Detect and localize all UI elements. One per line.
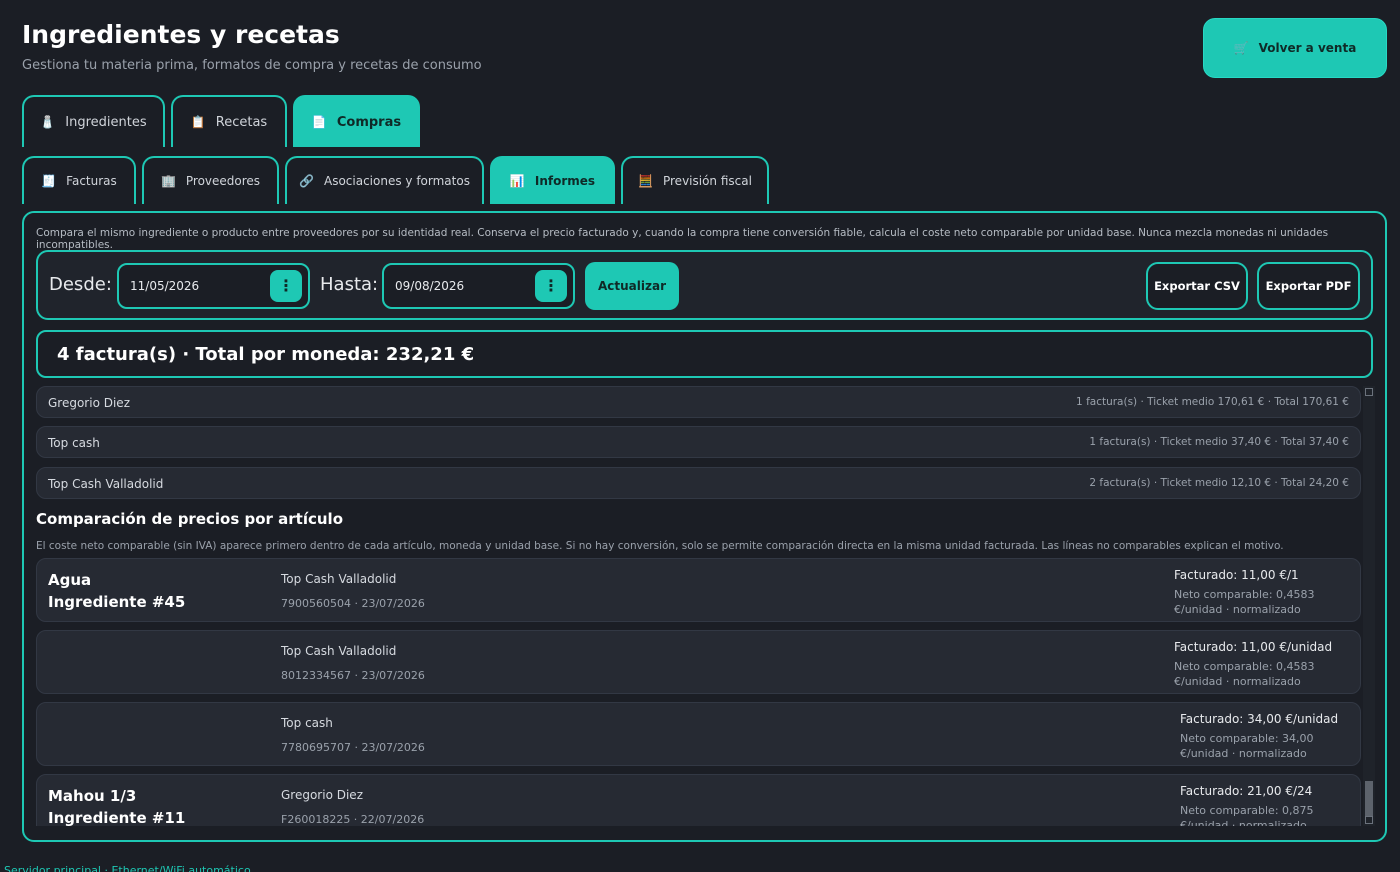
tab-label: Previsión fiscal (662, 174, 752, 188)
supplier-name: Gregorio Diez (48, 396, 130, 410)
article-title: Agua (48, 571, 92, 589)
tab-label: Compras (336, 114, 402, 130)
status-bar: Servidor principal · Ethernet/WiFi autom… (4, 864, 251, 872)
price-comparison-card: Top Cash Valladolid 8012334567 · 23/07/2… (36, 630, 1361, 694)
card-reference: 7900560504 · 23/07/2026 (281, 597, 425, 610)
invoiced-price: Facturado: 21,00 €/24 (1180, 784, 1313, 798)
card-supplier: Gregorio Diez (281, 788, 363, 802)
from-label: Desde: (49, 274, 112, 295)
tab-compras[interactable]: 📄 Compras (293, 95, 420, 147)
page-title: Ingredientes y recetas (22, 20, 340, 49)
filter-bar: Desde: 11/05/2026 ⋮ Hasta: 09/08/2026 ⋮ … (36, 250, 1373, 320)
article-name: Mahou 1/3 Ingrediente #11 (48, 785, 185, 826)
tab-label: Informes (534, 174, 596, 188)
tab-proveedores[interactable]: 🏢 Proveedores (142, 156, 279, 204)
tab-label: Recetas (215, 114, 268, 130)
back-to-sale-label: Volver a venta (1258, 41, 1357, 55)
comparison-description: El coste neto comparable (sin IVA) apare… (36, 540, 1284, 552)
card-supplier: Top Cash Valladolid (281, 572, 397, 586)
supplier-row: Gregorio Diez 1 factura(s) · Ticket medi… (36, 386, 1361, 418)
link-icon: 🔗 (299, 174, 314, 188)
price-comparison-card: Agua Ingrediente #45 Top Cash Valladolid… (36, 558, 1361, 622)
invoiced-price: Facturado: 11,00 €/unidad (1174, 640, 1333, 654)
clipboard-icon: 📋 (190, 115, 206, 129)
card-reference: 8012334567 · 23/07/2026 (281, 669, 425, 682)
more-options-icon[interactable]: ⋮ (535, 270, 567, 302)
tab-informes[interactable]: 📊 Informes (490, 156, 615, 204)
tab-label: Proveedores (185, 174, 261, 188)
summary-box: 4 factura(s) · Total por moneda: 232,21 … (36, 330, 1373, 378)
invoiced-price: Facturado: 11,00 €/1 (1174, 568, 1299, 582)
invoiced-price: Facturado: 34,00 €/unidad (1180, 712, 1339, 726)
vertical-scrollbar[interactable] (1363, 386, 1375, 826)
tab-label: Asociaciones y formatos (323, 174, 470, 188)
card-reference: 7780695707 · 23/07/2026 (281, 741, 425, 754)
tab-prevision-fiscal[interactable]: 🧮 Previsión fiscal (621, 156, 769, 204)
cart-icon: 🛒 (1233, 41, 1249, 55)
supplier-meta: 1 factura(s) · Ticket medio 37,40 € · To… (1089, 436, 1349, 448)
card-supplier: Top cash (281, 716, 333, 730)
tab-facturas[interactable]: 🧾 Facturas (22, 156, 136, 204)
salt-icon: 🧂 (40, 115, 56, 129)
refresh-button[interactable]: Actualizar (585, 262, 679, 310)
to-date-value: 09/08/2026 (395, 279, 465, 293)
more-options-icon[interactable]: ⋮ (270, 270, 302, 302)
supplier-name: Top Cash Valladolid (48, 477, 164, 491)
reports-panel: Compara el mismo ingrediente o producto … (22, 211, 1387, 842)
article-title: Mahou 1/3 (48, 787, 137, 805)
from-date-value: 11/05/2026 (130, 279, 200, 293)
building-icon: 🏢 (160, 174, 176, 188)
scroll-up-icon[interactable] (1365, 388, 1373, 396)
ingredient-id: Ingrediente #11 (48, 809, 186, 826)
ingredient-id: Ingrediente #45 (48, 593, 186, 611)
report-description: Compara el mismo ingrediente o producto … (36, 227, 1329, 251)
report-scroll-area[interactable]: Gregorio Diez 1 factura(s) · Ticket medi… (36, 386, 1375, 826)
net-comparable: Neto comparable: 0,875 €/unidad · normal… (1180, 804, 1314, 826)
article-name: Agua Ingrediente #45 (48, 569, 185, 613)
price-comparison-card: Mahou 1/3 Ingrediente #11 Gregorio Diez … (36, 774, 1361, 826)
receipt-icon: 🧾 (41, 174, 57, 188)
tab-asociaciones[interactable]: 🔗 Asociaciones y formatos (285, 156, 484, 204)
supplier-row: Top Cash Valladolid 2 factura(s) · Ticke… (36, 467, 1361, 499)
scroll-thumb[interactable] (1365, 781, 1373, 817)
net-comparable: Neto comparable: 0,4583 €/unidad · norma… (1174, 588, 1315, 616)
page-subtitle: Gestiona tu materia prima, formatos de c… (22, 58, 482, 73)
card-reference: F260018225 · 22/07/2026 (281, 813, 425, 826)
price-comparison-card: Top cash 7780695707 · 23/07/2026 Factura… (36, 702, 1361, 766)
supplier-meta: 1 factura(s) · Ticket medio 170,61 € · T… (1076, 396, 1349, 408)
scroll-down-icon[interactable] (1365, 816, 1373, 824)
net-comparable: Neto comparable: 34,00 €/unidad · normal… (1180, 732, 1314, 760)
export-csv-button[interactable]: Exportar CSV (1146, 262, 1248, 310)
back-to-sale-button[interactable]: 🛒 Volver a venta (1203, 18, 1387, 78)
supplier-meta: 2 factura(s) · Ticket medio 12,10 € · To… (1089, 477, 1349, 489)
to-label: Hasta: (320, 274, 379, 295)
summary-text: 4 factura(s) · Total por moneda: 232,21 … (57, 344, 475, 365)
comparison-title: Comparación de precios por artículo (36, 510, 344, 528)
chart-icon: 📊 (509, 174, 525, 188)
tab-label: Facturas (66, 174, 117, 188)
export-pdf-button[interactable]: Exportar PDF (1257, 262, 1360, 310)
supplier-row: Top cash 1 factura(s) · Ticket medio 37,… (36, 426, 1361, 458)
document-icon: 📄 (311, 115, 327, 129)
net-comparable: Neto comparable: 0,4583 €/unidad · norma… (1174, 660, 1315, 688)
tab-recetas[interactable]: 📋 Recetas (171, 95, 287, 147)
from-date-field[interactable]: 11/05/2026 ⋮ (117, 263, 310, 309)
tab-label: Ingredientes (65, 114, 147, 130)
abacus-icon: 🧮 (638, 174, 653, 188)
to-date-field[interactable]: 09/08/2026 ⋮ (382, 263, 575, 309)
card-supplier: Top Cash Valladolid (281, 644, 397, 658)
supplier-name: Top cash (48, 436, 100, 450)
tab-ingredientes[interactable]: 🧂 Ingredientes (22, 95, 165, 147)
